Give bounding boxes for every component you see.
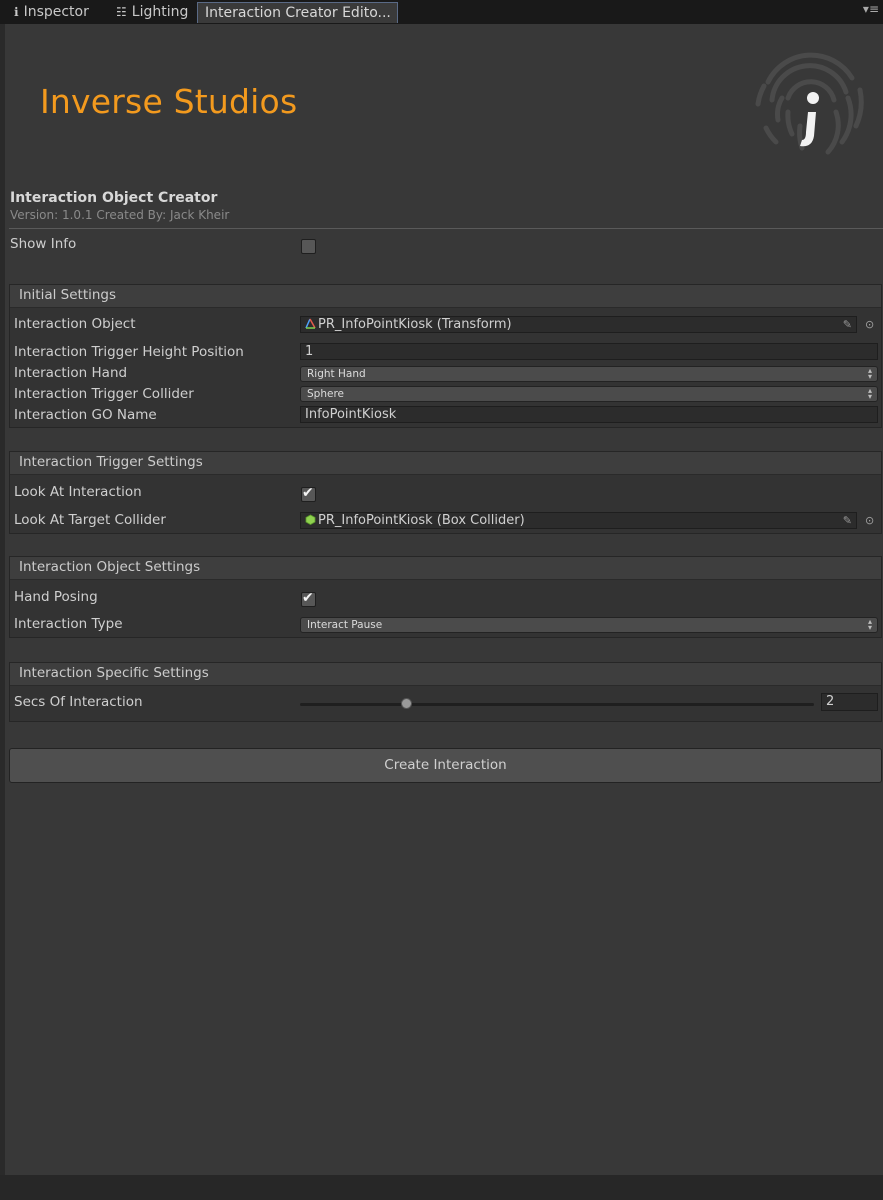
dropdown-arrow-icon: ▴ ▾ — [867, 366, 872, 381]
specific-settings-title: Interaction Specific Settings — [19, 665, 209, 681]
trigger-height-label: Interaction Trigger Height Position — [14, 344, 244, 360]
secs-label: Secs Of Interaction — [14, 694, 143, 710]
bottom-strip — [0, 1175, 883, 1200]
interaction-hand-dropdown[interactable]: Right Hand ▴ ▾ — [300, 366, 878, 382]
look-target-label: Look At Target Collider — [14, 512, 166, 528]
show-info-checkbox[interactable] — [301, 239, 316, 254]
secs-input[interactable]: 2 — [821, 693, 878, 711]
box-collider-icon — [305, 514, 316, 525]
create-interaction-button[interactable]: Create Interaction — [9, 748, 882, 783]
object-picker-icon[interactable]: ⊙ — [865, 514, 874, 527]
interaction-hand-label: Interaction Hand — [14, 365, 128, 381]
trigger-collider-value: Sphere — [307, 388, 344, 400]
hand-posing-checkbox[interactable] — [301, 590, 316, 607]
tab-lighting-label: Lighting — [131, 4, 189, 20]
trigger-collider-label: Interaction Trigger Collider — [14, 386, 194, 402]
secs-slider-track[interactable] — [300, 703, 814, 706]
initial-settings-header[interactable]: Initial Settings — [10, 285, 881, 308]
tab-inspector[interactable]: ℹ Inspector — [14, 2, 89, 23]
object-settings-title: Interaction Object Settings — [19, 559, 201, 575]
logo-text: Inverse Studios — [40, 82, 298, 121]
dropdown-arrow-icon: ▴ ▾ — [867, 386, 872, 401]
trigger-settings-title: Interaction Trigger Settings — [19, 454, 203, 470]
tab-menu-icon[interactable]: ▾≡ — [863, 2, 879, 16]
initial-settings-title: Initial Settings — [19, 287, 117, 303]
tab-interaction-creator-label: Interaction Creator Edito... — [205, 5, 391, 21]
tool-title: Interaction Object Creator — [10, 190, 218, 206]
pencil-icon[interactable]: ✎ — [843, 317, 852, 332]
interaction-object-label: Interaction Object — [14, 316, 136, 332]
look-target-field[interactable]: PR_InfoPointKiosk (Box Collider) ✎ — [300, 512, 857, 529]
trigger-collider-dropdown[interactable]: Sphere ▴ ▾ — [300, 386, 878, 402]
trigger-height-input[interactable]: 1 — [300, 343, 878, 360]
hand-posing-label: Hand Posing — [14, 589, 98, 605]
tab-inspector-label: Inspector — [23, 4, 89, 20]
look-at-interaction-checkbox[interactable] — [301, 485, 316, 502]
specific-settings-header[interactable]: Interaction Specific Settings — [10, 663, 881, 686]
tab-bar: ℹ Inspector ☷ Lighting Interaction Creator… — [0, 0, 883, 24]
interaction-object-value: PR_InfoPointKiosk (Transform) — [318, 317, 512, 332]
version-text: Version: 1.0.1 Created By: Jack Kheir — [10, 208, 230, 222]
show-info-label: Show Info — [10, 236, 77, 252]
pencil-icon[interactable]: ✎ — [843, 513, 852, 528]
look-target-value: PR_InfoPointKiosk (Box Collider) — [318, 513, 525, 528]
look-at-interaction-label: Look At Interaction — [14, 484, 142, 500]
interaction-type-label: Interaction Type — [14, 616, 123, 632]
interaction-hand-value: Right Hand — [307, 368, 366, 380]
transform-icon — [305, 318, 316, 329]
tab-interaction-creator[interactable]: Interaction Creator Edito... — [197, 2, 398, 23]
tab-lighting[interactable]: ☷ Lighting — [116, 2, 188, 23]
info-icon: ℹ — [14, 5, 19, 19]
specific-settings-section: Interaction Specific Settings — [9, 662, 882, 722]
interaction-object-field[interactable]: PR_InfoPointKiosk (Transform) ✎ — [300, 316, 857, 333]
interaction-type-dropdown[interactable]: Interact Pause ▴ ▾ — [300, 617, 878, 633]
secs-slider-thumb[interactable] — [401, 698, 412, 709]
object-picker-icon[interactable]: ⊙ — [865, 318, 874, 331]
dropdown-arrow-icon: ▴ ▾ — [867, 617, 872, 632]
lighting-sliders-icon: ☷ — [116, 5, 127, 19]
go-name-input[interactable]: InfoPointKiosk — [300, 406, 878, 423]
go-name-label: Interaction GO Name — [14, 407, 157, 423]
header-divider — [9, 228, 883, 229]
interaction-type-value: Interact Pause — [307, 619, 383, 631]
trigger-settings-header[interactable]: Interaction Trigger Settings — [10, 452, 881, 475]
object-settings-header[interactable]: Interaction Object Settings — [10, 557, 881, 580]
fingerprint-i-logo — [755, 52, 864, 155]
